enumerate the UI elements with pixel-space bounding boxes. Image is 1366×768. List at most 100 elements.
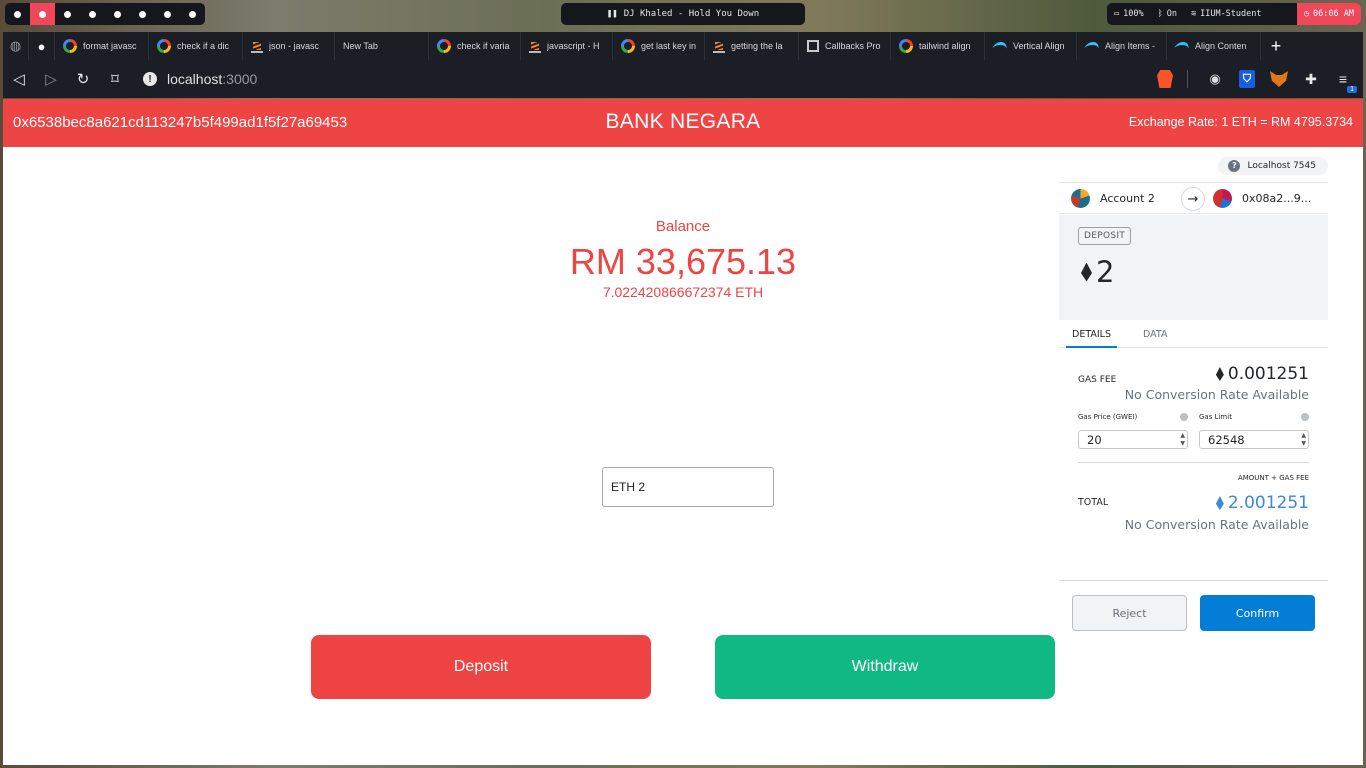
bitwarden-button[interactable]: ⛉ — [1237, 69, 1257, 89]
workspace-switcher — [5, 3, 205, 25]
to-account[interactable]: 0x08a2...9... — [1193, 188, 1327, 208]
tab-label: json - javasc — [269, 41, 320, 51]
gas-price-info-icon[interactable] — [1180, 413, 1188, 421]
media-title: DJ Khaled - Hold You Down — [623, 9, 760, 19]
total-value: 2.001251 — [1215, 493, 1309, 513]
forward-button[interactable]: ▷ — [35, 70, 67, 88]
book-icon — [807, 40, 819, 52]
stepper-icon[interactable]: ▲ ▼ — [1180, 432, 1185, 448]
stackoverflow-icon — [251, 40, 263, 53]
eth-icon — [1081, 262, 1092, 282]
tab-3[interactable]: json - javasc — [243, 32, 335, 60]
tab-2[interactable]: check if a dic — [149, 32, 243, 60]
bank-app: 0x6538bec8a621cd113247b5f499ad1f5f27a694… — [3, 99, 1363, 765]
reload-button[interactable]: ↻ — [67, 70, 99, 88]
panel-footer-divider — [1059, 580, 1328, 581]
workspace-4[interactable] — [80, 3, 105, 25]
tab-5[interactable]: check if varia — [429, 32, 521, 60]
extension-spy-button[interactable]: ◉ — [1205, 69, 1225, 89]
tab-4[interactable]: New Tab — [335, 32, 429, 60]
gas-price-input[interactable]: 20 ▲ ▼ — [1078, 430, 1188, 449]
tab-9[interactable]: Callbacks Pro — [799, 32, 891, 60]
metamask-confirm-panel: ? Localhost 7545 Account 2 → 0x08a2...9.… — [1059, 154, 1328, 634]
gas-price-label: Gas Price (GWEI) — [1078, 413, 1138, 421]
tab-13[interactable]: Align Conten — [1167, 32, 1261, 60]
tab-6[interactable]: javascript - H — [521, 32, 613, 60]
workspace-1[interactable] — [5, 3, 30, 25]
bluetooth-status: On — [1166, 9, 1177, 19]
url-host: localhost — [167, 71, 223, 87]
question-icon: ? — [1228, 160, 1241, 172]
google-icon — [899, 39, 913, 53]
tab-label: Align Items - — [1105, 41, 1156, 51]
google-icon — [63, 39, 77, 53]
from-account[interactable]: Account 2 — [1059, 188, 1193, 208]
amount-input[interactable] — [602, 467, 774, 507]
bookmark-icon: ⌑ — [111, 71, 119, 88]
gas-limit-info-icon[interactable] — [1301, 413, 1309, 421]
workspace-7[interactable] — [155, 3, 180, 25]
extensions-button[interactable]: ✚ — [1301, 69, 1321, 89]
wifi-name: IIUM-Student — [1200, 9, 1262, 19]
brave-shields-button[interactable] — [1155, 69, 1175, 89]
tab-data[interactable]: DATA — [1137, 320, 1173, 348]
reload-icon: ↻ — [76, 71, 90, 88]
tab-7[interactable]: get last key in — [613, 32, 705, 60]
stepper-icon[interactable]: ▲ ▼ — [1301, 432, 1306, 448]
plus-icon: + — [1270, 35, 1282, 56]
account-avatar-icon — [1071, 188, 1090, 208]
app-header: 0x6538bec8a621cd113247b5f499ad1f5f27a694… — [3, 99, 1363, 147]
confirm-button[interactable]: Confirm — [1200, 595, 1315, 631]
tab-10[interactable]: tailwind align — [891, 32, 985, 60]
tailwind-icon — [1083, 42, 1101, 50]
google-icon — [621, 39, 635, 53]
brave-lion-icon — [1157, 70, 1173, 88]
tab-1[interactable]: format javasc — [55, 32, 149, 60]
toolbar-divider — [1187, 70, 1193, 88]
gas-limit-value: 62548 — [1208, 432, 1245, 447]
clock-time: 06:06 AM — [1313, 9, 1354, 19]
workspace-6[interactable] — [130, 3, 155, 25]
gas-limit-input[interactable]: 62548 ▲ ▼ — [1199, 430, 1309, 449]
media-player[interactable]: ❚❚ DJ Khaled - Hold You Down — [561, 3, 805, 25]
github-icon: ● — [37, 38, 46, 54]
tab-details[interactable]: DETAILS — [1066, 320, 1118, 348]
tab-label: Callbacks Pro — [825, 41, 881, 51]
total-amount: 2.001251 — [1227, 493, 1309, 513]
divider — [1078, 462, 1309, 463]
tab-github[interactable]: ● — [29, 32, 55, 60]
metamask-button[interactable]: 1 — [1269, 69, 1357, 93]
tab-globe[interactable]: ◍ — [3, 32, 29, 60]
tab-label: tailwind align — [919, 41, 971, 51]
tab-label: getting the la — [731, 41, 783, 51]
workspace-5[interactable] — [105, 3, 130, 25]
eth-icon — [1215, 496, 1224, 510]
withdraw-button[interactable]: Withdraw — [715, 635, 1055, 699]
google-icon — [157, 39, 171, 53]
status-tray: ▭ 100% ᛒ On ≋ IIUM-Student ◷ 06:06 AM — [1107, 3, 1361, 25]
site-info-icon[interactable]: ! — [143, 72, 157, 86]
workspace-8[interactable] — [180, 3, 205, 25]
tab-8[interactable]: getting the la — [705, 32, 799, 60]
tab-12[interactable]: Align Items - — [1077, 32, 1167, 60]
bitwarden-shield-icon: ⛉ — [1239, 70, 1255, 88]
amount-gas-label: AMOUNT + GAS FEE — [1237, 474, 1309, 482]
gas-fee-amount: 0.001251 — [1227, 364, 1309, 384]
transaction-amount: 2 — [1081, 255, 1114, 289]
back-button[interactable]: ◁ — [3, 70, 35, 88]
workspace-3[interactable] — [55, 3, 80, 25]
hamburger-icon: ≡ — [1338, 71, 1348, 87]
network-indicator[interactable]: ? Localhost 7545 — [1218, 157, 1328, 175]
reject-button[interactable]: Reject — [1072, 595, 1187, 631]
network-name: Localhost 7545 — [1247, 161, 1316, 171]
new-tab-button[interactable]: + — [1261, 36, 1291, 57]
to-account-address: 0x08a2...9... — [1242, 191, 1312, 205]
tab-11[interactable]: Vertical Align — [985, 32, 1077, 60]
bookmark-button[interactable]: ⌑ — [99, 70, 131, 88]
gas-fee-conversion: No Conversion Rate Available — [1124, 387, 1309, 402]
globe-icon: ◍ — [9, 38, 22, 53]
url-field[interactable]: ! localhost:3000 — [143, 71, 257, 87]
deposit-button[interactable]: Deposit — [311, 635, 651, 699]
puzzle-icon: ✚ — [1305, 70, 1317, 87]
workspace-2[interactable] — [30, 3, 55, 25]
